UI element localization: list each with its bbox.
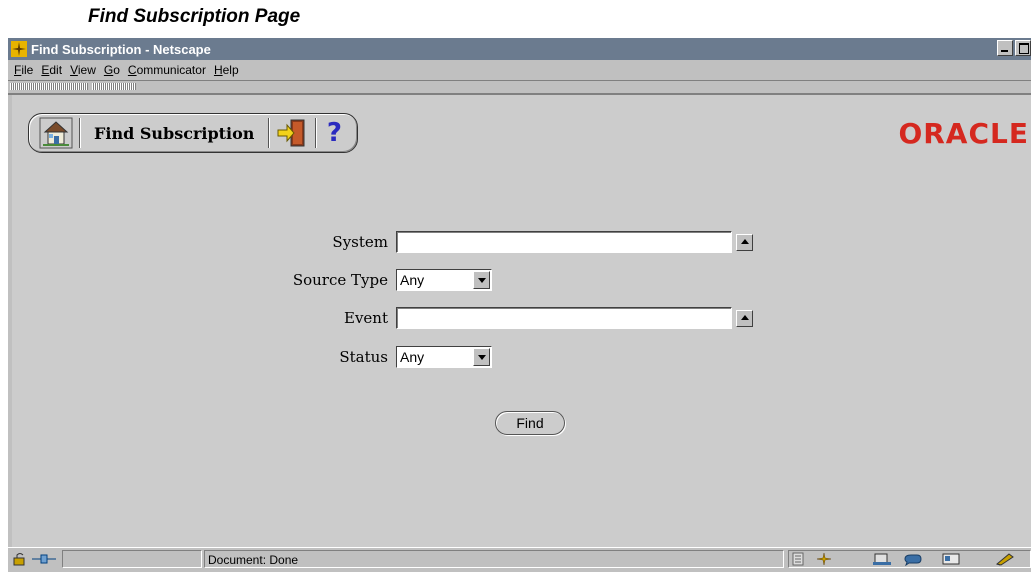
status-text: Document: Done xyxy=(208,553,299,567)
window-title: Find Subscription - Netscape xyxy=(31,41,211,57)
list-icon[interactable] xyxy=(791,552,807,566)
find-button[interactable]: Find xyxy=(495,411,565,435)
menu-view[interactable]: View xyxy=(70,63,96,77)
help-icon[interactable]: ? xyxy=(322,118,346,148)
status-bar: Document: Done xyxy=(8,547,1031,572)
browser-window: Find Subscription - Netscape File Edit V… xyxy=(8,38,1031,572)
connection-icon xyxy=(32,554,56,564)
toolbar-grip-1[interactable] xyxy=(10,83,88,90)
netscape-icon xyxy=(11,41,27,57)
maximize-button[interactable] xyxy=(1015,40,1031,56)
page-caption: Find Subscription Page xyxy=(88,6,301,27)
event-label: Event xyxy=(344,309,388,327)
event-row: Event xyxy=(12,307,753,329)
collapsed-toolbars xyxy=(8,80,1031,94)
page-content: Find Subscription ? ORACLE System Source… xyxy=(12,95,1031,547)
page-title: Find Subscription xyxy=(94,123,255,143)
security-lock-icon[interactable] xyxy=(12,552,28,566)
status-label: Status xyxy=(339,348,388,366)
event-input[interactable] xyxy=(396,307,732,329)
address-book-icon[interactable] xyxy=(940,552,962,566)
oracle-logo: ORACLE xyxy=(898,117,1029,150)
home-icon[interactable] xyxy=(39,117,73,149)
discussion-icon[interactable] xyxy=(903,552,925,566)
system-lov-button[interactable] xyxy=(736,233,753,251)
window-controls xyxy=(997,40,1031,56)
source-type-row: Source Type Any xyxy=(12,269,492,291)
separator xyxy=(268,118,270,148)
menu-go[interactable]: Go xyxy=(104,63,120,77)
status-row: Status Any xyxy=(12,346,492,368)
status-value: Any xyxy=(400,349,425,365)
event-lov-button[interactable] xyxy=(736,309,753,327)
menu-help[interactable]: Help xyxy=(214,63,239,77)
system-input[interactable] xyxy=(396,231,732,253)
menu-edit[interactable]: Edit xyxy=(41,63,62,77)
title-bar: Find Subscription - Netscape xyxy=(8,38,1031,60)
logout-icon[interactable] xyxy=(275,117,309,149)
dropdown-arrow-icon[interactable] xyxy=(473,348,490,366)
toolbar-grip-2[interactable] xyxy=(92,83,136,90)
source-type-value: Any xyxy=(400,272,425,288)
dropdown-arrow-icon[interactable] xyxy=(473,271,490,289)
status-select[interactable]: Any xyxy=(396,346,492,368)
separator xyxy=(79,118,80,148)
progress-cell xyxy=(62,550,202,568)
minimize-button[interactable] xyxy=(997,40,1013,56)
source-type-select[interactable]: Any xyxy=(396,269,492,291)
mail-icon[interactable] xyxy=(871,552,893,566)
menu-bar: File Edit View Go Communicator Help xyxy=(8,60,1031,80)
menu-communicator[interactable]: Communicator xyxy=(128,63,206,77)
system-row: System xyxy=(12,231,753,253)
composer-icon[interactable] xyxy=(994,552,1016,566)
separator xyxy=(315,118,317,148)
system-label: System xyxy=(332,233,388,251)
source-type-label: Source Type xyxy=(292,271,388,289)
global-button-bar: Find Subscription ? xyxy=(28,113,358,153)
menu-file[interactable]: File xyxy=(14,63,33,77)
navigator-icon[interactable] xyxy=(813,552,835,566)
